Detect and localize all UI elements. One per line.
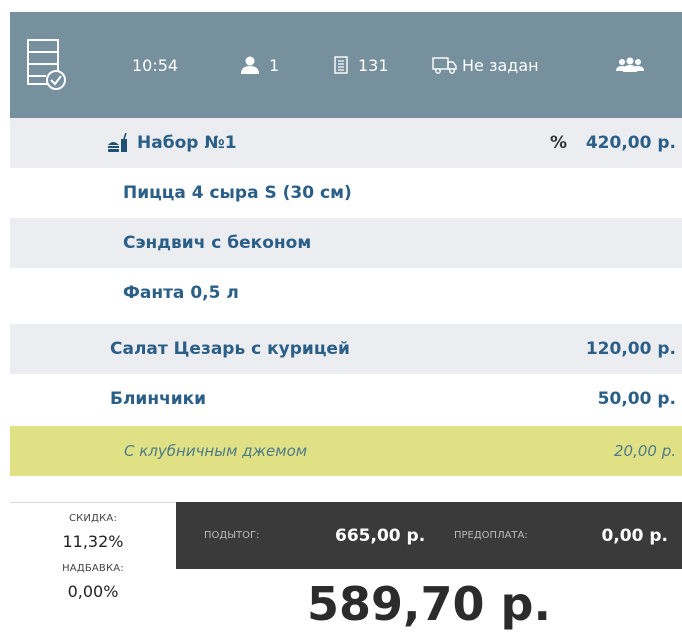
item-name: Фанта 0,5 л: [123, 283, 239, 303]
delivery-text: Не задан: [462, 55, 539, 75]
prepay-label: ПРЕДОПЛАТА:: [454, 530, 528, 541]
delivery-status[interactable]: Не задан: [432, 12, 539, 118]
item-name: Блинчики: [110, 389, 207, 409]
item-price: 50,00 р.: [597, 389, 676, 409]
order-item[interactable]: Блинчики 50,00 р.: [10, 374, 682, 424]
receipt-icon: [334, 56, 348, 74]
modifier-name: С клубничным джемом: [124, 442, 308, 460]
subtotal-value: 665,00 р.: [335, 525, 426, 546]
item-name: Пицца 4 сыра S (30 см): [123, 183, 352, 203]
item-price: 120,00 р.: [585, 339, 676, 359]
item-modifier[interactable]: С клубничным джемом 20,00 р.: [10, 426, 682, 476]
guests-group-button[interactable]: [616, 12, 644, 118]
guests-text: 1: [269, 55, 280, 75]
time-text: 10:54: [132, 55, 179, 75]
combo-meal-icon: [108, 133, 127, 152]
discount-percent-marker: %: [549, 133, 567, 153]
discount-panel[interactable]: СКИДКА: 11,32% НАДБАВКА: 0,00%: [10, 502, 176, 639]
set-component[interactable]: Фанта 0,5 л: [10, 268, 682, 318]
delivery-truck-icon: [432, 57, 457, 74]
time-display: 10:54: [132, 12, 178, 118]
item-price: 420,00 р.: [585, 133, 676, 153]
markup-label: НАДБАВКА:: [62, 563, 124, 574]
item-name: Сэндвич с беконом: [123, 233, 312, 253]
table-number[interactable]: 131: [334, 12, 389, 118]
order-item-set[interactable]: Набор №1 % 420,00 р.: [10, 118, 682, 168]
markup-value: 0,00%: [67, 582, 119, 601]
item-name: Салат Цезарь с курицей: [110, 339, 350, 359]
item-name: Набор №1: [137, 133, 237, 153]
set-component[interactable]: Пицца 4 сыра S (30 см): [10, 168, 682, 218]
users-group-icon: [616, 57, 644, 72]
person-icon: [241, 56, 259, 74]
order-item[interactable]: Салат Цезарь с курицей 120,00 р.: [10, 324, 682, 374]
grand-total: 589,70 р.: [307, 577, 551, 631]
order-status-icon[interactable]: [26, 12, 68, 118]
order-header: 10:54 1 131 Не задан: [10, 12, 682, 118]
prepay-value: 0,00 р.: [601, 525, 669, 546]
totals-bar: ПОДЫТОГ: 665,00 р. ПРЕДОПЛАТА: 0,00 р.: [176, 502, 682, 569]
discount-value: 11,32%: [62, 532, 124, 551]
subtotal-label: ПОДЫТОГ:: [204, 530, 260, 541]
discount-label: СКИДКА:: [68, 513, 118, 524]
guests-count[interactable]: 1: [240, 12, 279, 118]
modifier-price: 20,00 р.: [614, 442, 676, 460]
set-component[interactable]: Сэндвич с беконом: [10, 218, 682, 268]
table-text: 131: [358, 55, 389, 75]
